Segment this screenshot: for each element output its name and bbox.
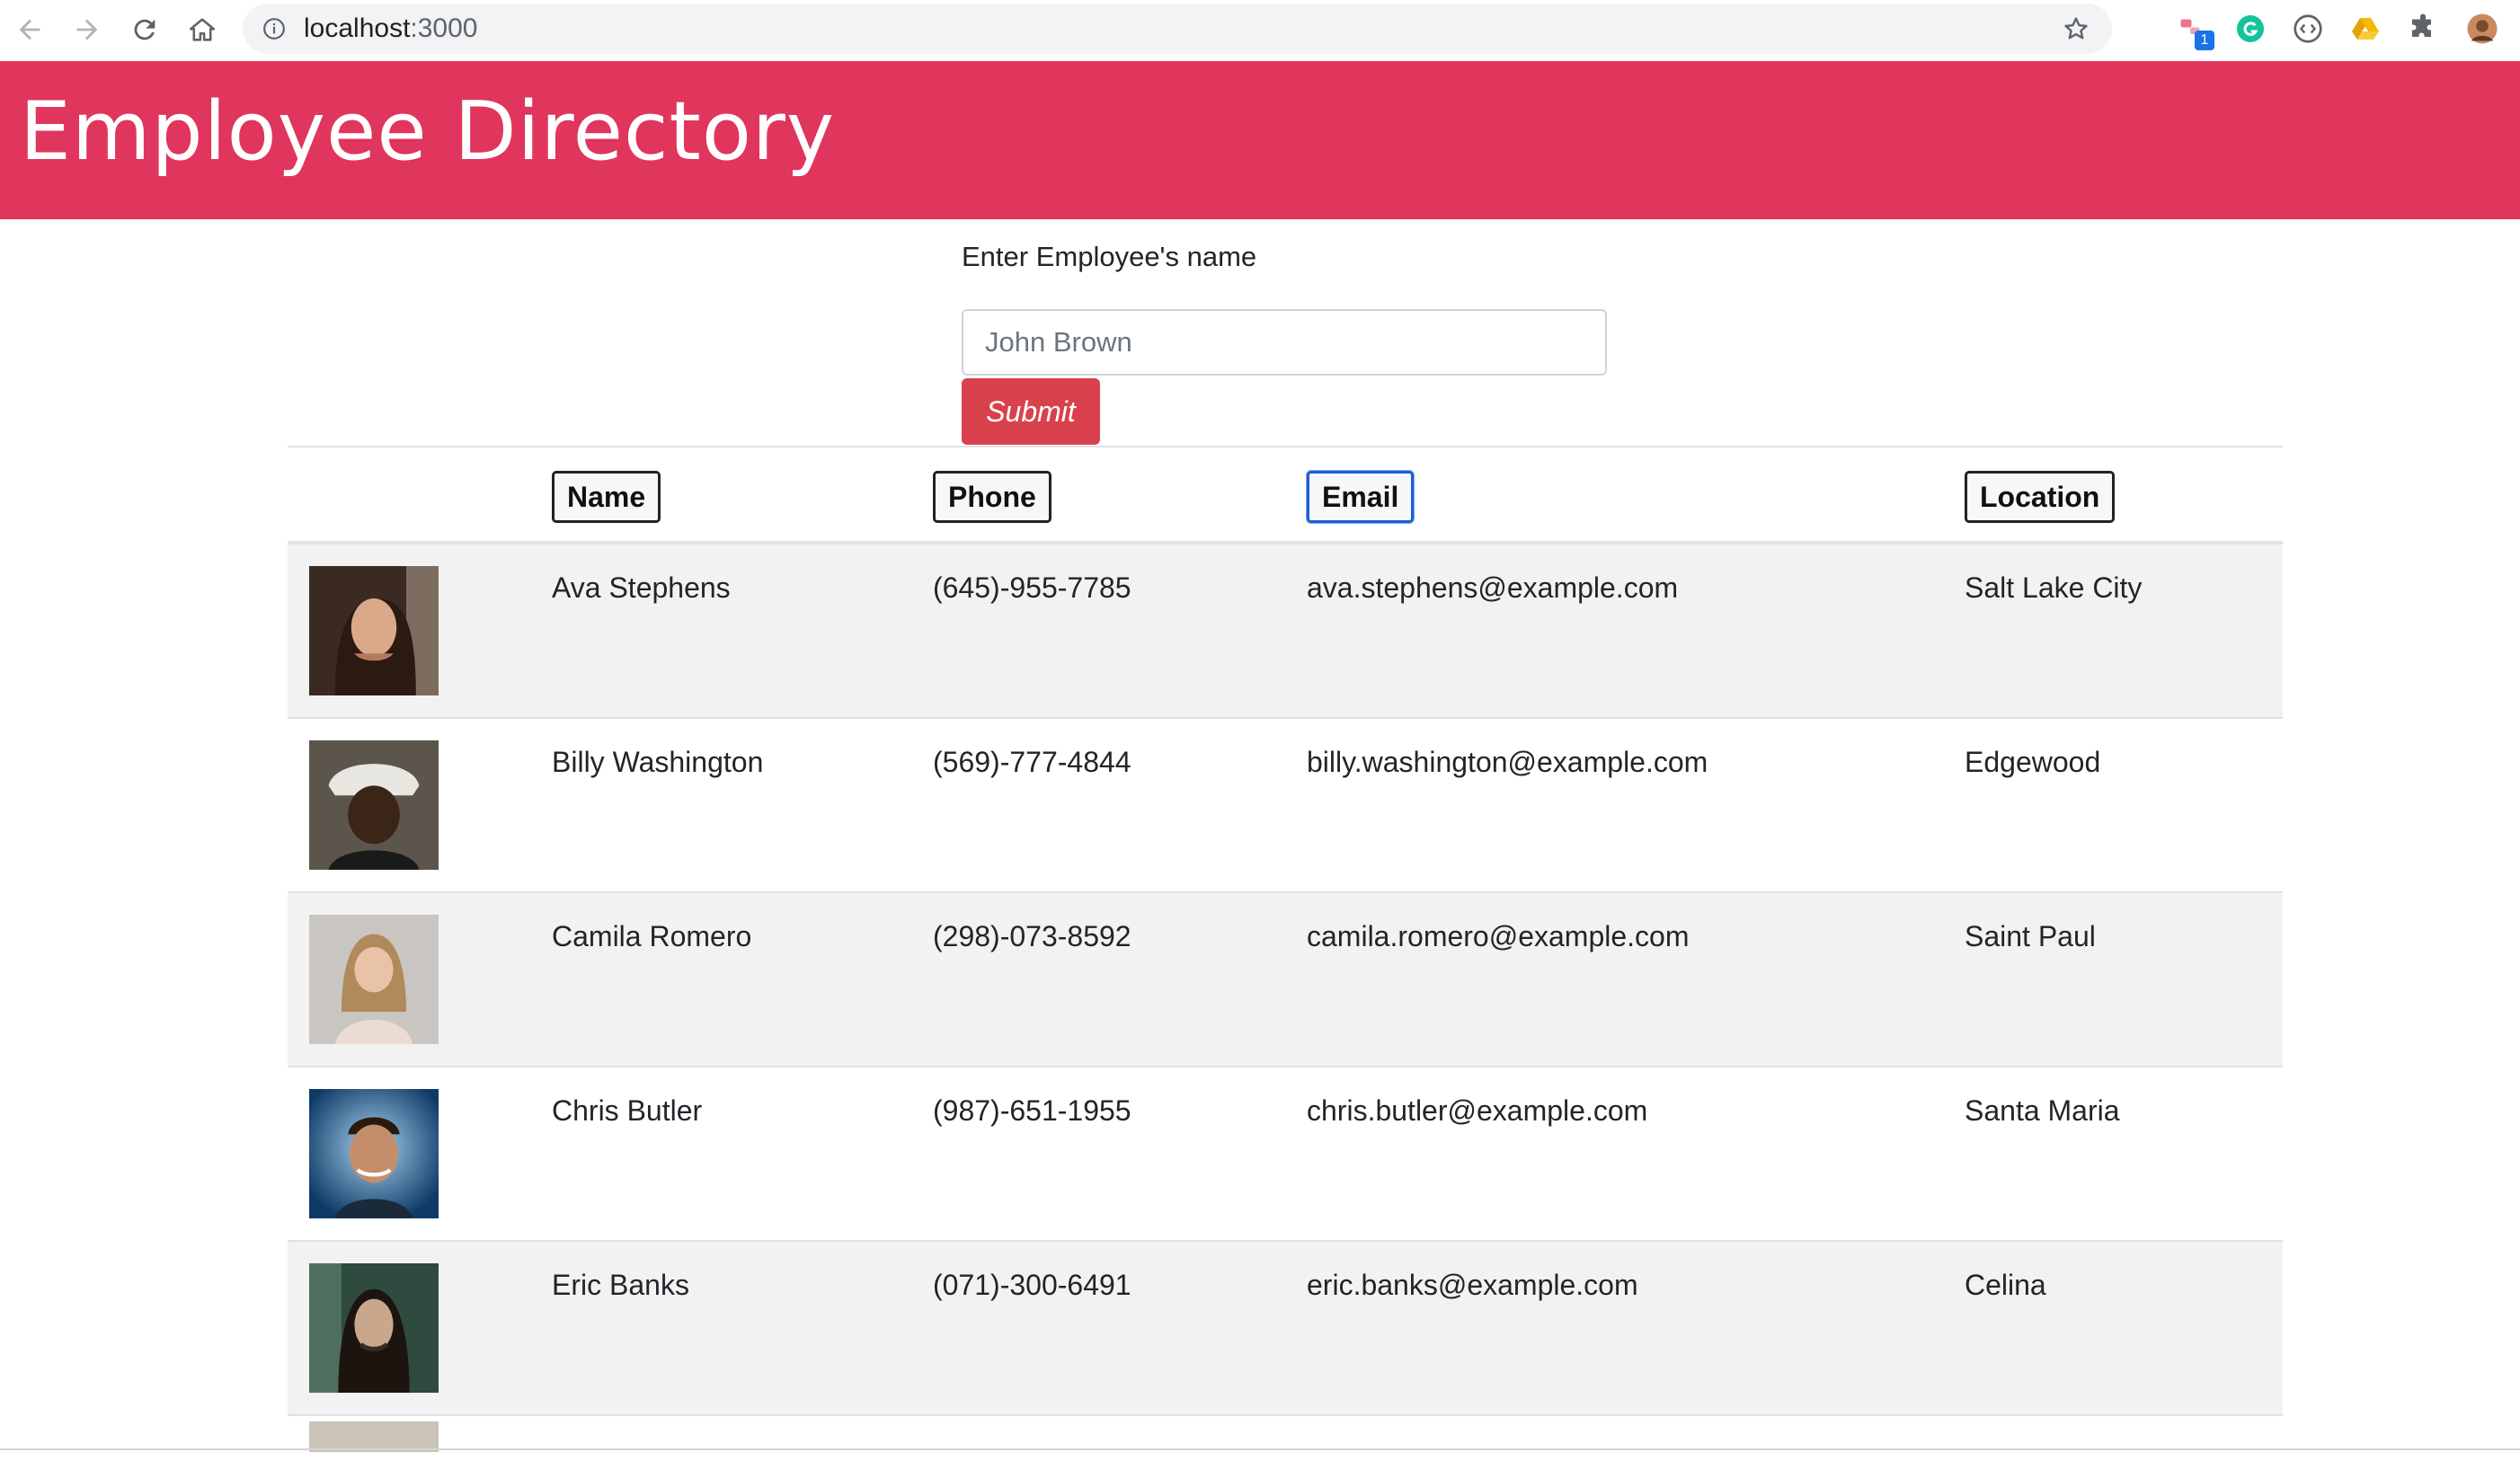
employee-photo <box>309 740 439 870</box>
drive-icon <box>2352 18 2379 40</box>
employee-phone: (298)-073-8592 <box>933 920 1131 952</box>
employee-phone: (645)-955-7785 <box>933 571 1131 604</box>
table-row: Billy Washington (569)-777-4844 billy.wa… <box>288 719 2283 893</box>
submit-button[interactable]: Submit <box>962 378 1100 445</box>
employee-photo <box>309 1421 439 1452</box>
profile-avatar[interactable] <box>2464 11 2500 47</box>
back-button[interactable] <box>7 7 52 52</box>
home-icon <box>189 18 216 41</box>
window-bottom-divider <box>0 1448 2520 1450</box>
man-portrait-icon <box>309 1089 439 1218</box>
table-header-row: Name Phone Email Location <box>288 446 2283 545</box>
employee-email: chris.butler@example.com <box>1307 1094 1648 1127</box>
arrow-right-icon <box>76 19 98 40</box>
employee-location: Salt Lake City <box>1965 571 2143 604</box>
employee-phone: (987)-651-1955 <box>933 1094 1131 1127</box>
employee-email: billy.washington@example.com <box>1307 746 1708 778</box>
address-bar[interactable]: localhost:3000 <box>243 4 2112 54</box>
employee-photo <box>309 915 439 1044</box>
employee-email: ava.stephens@example.com <box>1307 571 1679 604</box>
sort-phone-button[interactable]: Phone <box>933 471 1051 523</box>
reload-icon <box>134 19 155 40</box>
grammarly-icon <box>2237 15 2264 42</box>
woman-portrait-icon <box>309 566 439 695</box>
table-row: Ava Stephens (645)-955-7785 ava.stephens… <box>288 545 2283 719</box>
table-row: Eric Banks (071)-300-6491 eric.banks@exa… <box>288 1242 2283 1416</box>
table-row: Chris Butler (987)-651-1955 chris.butler… <box>288 1067 2283 1242</box>
url-host: localhost <box>304 13 411 43</box>
extensions-button[interactable] <box>2405 11 2441 47</box>
table-row: Camila Romero (298)-073-8592 camila.rome… <box>288 893 2283 1067</box>
employee-photo <box>309 1263 439 1393</box>
puzzle-icon <box>2412 13 2431 37</box>
code-circle-icon <box>2294 14 2322 43</box>
employee-name: Billy Washington <box>552 746 764 778</box>
sort-location-button[interactable]: Location <box>1965 471 2116 523</box>
code-extension[interactable] <box>2290 11 2326 47</box>
drive-extension[interactable] <box>2347 11 2383 47</box>
employee-photo <box>309 566 439 695</box>
employee-location: Celina <box>1965 1269 2046 1301</box>
man-portrait-icon <box>309 1263 439 1393</box>
employee-name: Eric Banks <box>552 1269 689 1301</box>
sort-name-button[interactable]: Name <box>552 471 661 523</box>
extension-badge: 1 <box>2195 31 2214 50</box>
home-button[interactable] <box>180 7 225 52</box>
employee-phone: (569)-777-4844 <box>933 746 1131 778</box>
sort-email-button[interactable]: Email <box>1307 471 1415 523</box>
browser-toolbar: localhost:3000 1 <box>0 0 2520 59</box>
man-portrait-icon <box>309 740 439 870</box>
woman-portrait-icon <box>309 915 439 1044</box>
info-icon[interactable] <box>262 17 286 40</box>
employee-photo <box>309 1089 439 1218</box>
employee-email: eric.banks@example.com <box>1307 1269 1638 1301</box>
app-header: Employee Directory <box>0 61 2520 219</box>
employee-name: Camila Romero <box>552 920 752 952</box>
employee-name: Ava Stephens <box>552 571 731 604</box>
employee-name-input[interactable] <box>962 309 1607 376</box>
bookmark-star-icon[interactable] <box>2062 14 2090 43</box>
url-port: :3000 <box>410 13 478 43</box>
employee-name: Chris Butler <box>552 1094 703 1127</box>
arrow-left-icon <box>19 19 40 40</box>
employee-location: Santa Maria <box>1965 1094 2120 1127</box>
page-title: Employee Directory <box>20 84 836 179</box>
url-text[interactable]: localhost:3000 <box>304 4 477 54</box>
grammarly-extension[interactable] <box>2232 11 2268 47</box>
employee-location: Saint Paul <box>1965 920 2096 952</box>
employee-phone: (071)-300-6491 <box>933 1269 1131 1301</box>
profile-photo-icon <box>2467 13 2498 44</box>
reload-button[interactable] <box>122 7 167 52</box>
employee-location: Edgewood <box>1965 746 2101 778</box>
extension-puzzle-badge[interactable]: 1 <box>2175 11 2214 50</box>
employee-table: Name Phone Email Location Ava Stephens (… <box>288 446 2283 1452</box>
search-label: Enter Employee's name <box>962 241 1257 272</box>
forward-button[interactable] <box>65 7 110 52</box>
table-row <box>288 1416 2283 1452</box>
employee-email: camila.romero@example.com <box>1307 920 1690 952</box>
